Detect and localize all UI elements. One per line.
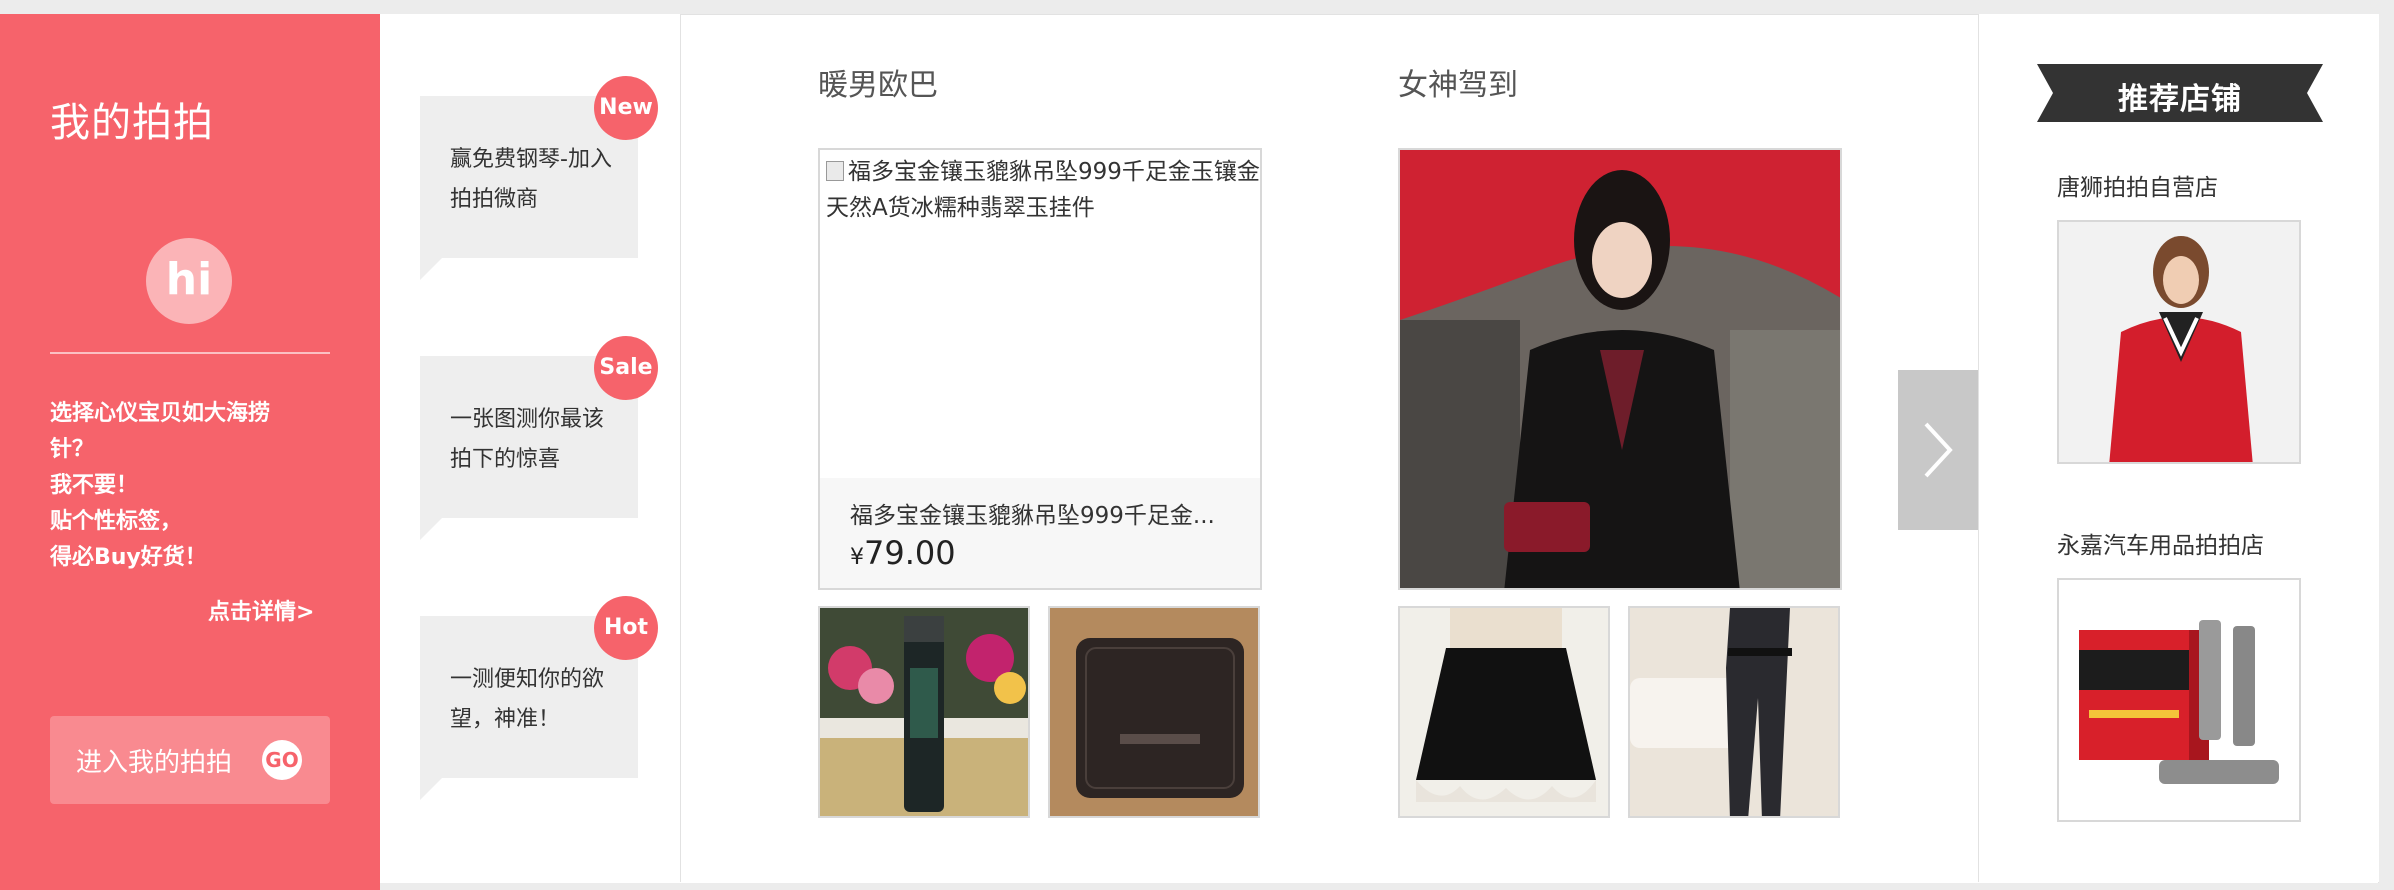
bubble-tail bbox=[420, 258, 442, 280]
image-alt-text: 福多宝金镶玉貔貅吊坠999千足金玉镶金天然A货冰糯种翡翠玉挂件 bbox=[826, 159, 1260, 221]
chevron-right-icon bbox=[1924, 422, 1953, 478]
desc-line: 贴个性标签， bbox=[50, 509, 183, 534]
featured-product-card[interactable]: 福多宝金镶玉貔貅吊坠999千足金玉镶金天然A货冰糯种翡翠玉挂件 福多宝金镶玉貔貅… bbox=[818, 148, 1262, 590]
my-paipai-title: 我的拍拍 bbox=[50, 100, 214, 146]
fuel-additive-image bbox=[2059, 580, 2299, 820]
enter-my-paipai-button[interactable]: 进入我的拍拍 GO bbox=[50, 716, 330, 804]
skinny-pants-image bbox=[1630, 608, 1838, 816]
enter-button-label: 进入我的拍拍 bbox=[76, 748, 233, 778]
woman-in-blazer-image bbox=[1400, 150, 1840, 588]
sale-badge: Sale bbox=[594, 336, 658, 400]
desc-line: 我不要！ bbox=[50, 473, 139, 498]
product-thumb-wallet[interactable] bbox=[1048, 606, 1260, 818]
shop-image-yongjia[interactable] bbox=[2057, 578, 2301, 822]
broken-image-alt: 福多宝金镶玉貔貅吊坠999千足金玉镶金天然A货冰糯种翡翠玉挂件 bbox=[826, 154, 1262, 226]
product-thumb-pants[interactable] bbox=[1628, 606, 1840, 818]
product-name[interactable]: 福多宝金镶玉貔貅吊坠999千足金... bbox=[850, 496, 1250, 530]
product-thumb-toner[interactable] bbox=[818, 606, 1030, 818]
section-title-women: 女神驾到 bbox=[1398, 68, 1518, 103]
promo-bubble-desire[interactable]: 一测便知你的欲望，神准！ Hot bbox=[420, 596, 658, 800]
product-price: ¥79.00 bbox=[850, 534, 956, 572]
currency-symbol: ¥ bbox=[850, 545, 864, 570]
hot-badge: Hot bbox=[594, 596, 658, 660]
new-badge: New bbox=[594, 76, 658, 140]
my-paipai-description: 选择心仪宝贝如大海捞 针？ 我不要！ 贴个性标签， 得必Buy好货！ bbox=[50, 396, 330, 576]
product-thumb-skirt[interactable] bbox=[1398, 606, 1610, 818]
shop-name[interactable]: 唐狮拍拍自营店 bbox=[2057, 168, 2218, 202]
divider bbox=[50, 352, 330, 354]
lace-skirt-image bbox=[1400, 608, 1608, 816]
recommended-shops-title: 推荐店铺 bbox=[2118, 82, 2242, 117]
broken-image-icon bbox=[826, 161, 844, 181]
red-jacket-image bbox=[2059, 222, 2299, 462]
toner-bottle-image bbox=[820, 608, 1028, 816]
promo-text: 一张图测你最该拍下的惊喜 bbox=[450, 407, 605, 472]
promo-column: 赢免费钢琴-加入拍拍微商 New 一张图测你最该拍下的惊喜 Sale 一测便知你… bbox=[380, 14, 681, 882]
bubble-tail bbox=[420, 518, 442, 540]
promo-text: 一测便知你的欲望，神准！ bbox=[450, 667, 605, 732]
wallet-image bbox=[1050, 608, 1258, 816]
desc-line: 得必Buy好货！ bbox=[50, 545, 207, 570]
desc-line: 针？ bbox=[50, 437, 95, 462]
details-link[interactable]: 点击详情> bbox=[208, 594, 314, 626]
go-icon: GO bbox=[262, 740, 302, 780]
hi-avatar: hi bbox=[146, 238, 232, 324]
bubble-tail bbox=[420, 778, 442, 800]
promo-bubble-quiz[interactable]: 一张图测你最该拍下的惊喜 Sale bbox=[420, 336, 658, 540]
promo-bubble-piano[interactable]: 赢免费钢琴-加入拍拍微商 New bbox=[420, 76, 658, 280]
recommended-shops-ribbon: 推荐店铺 bbox=[2037, 64, 2323, 122]
next-arrow-button[interactable] bbox=[1898, 370, 1978, 530]
section-title-men: 暖男欧巴 bbox=[818, 68, 938, 103]
shop-image-tangshi[interactable] bbox=[2057, 220, 2301, 464]
shop-name[interactable]: 永嘉汽车用品拍拍店 bbox=[2057, 526, 2264, 560]
desc-line: 选择心仪宝贝如大海捞 bbox=[50, 401, 271, 426]
recommended-shops-column: 推荐店铺 唐狮拍拍自营店 永嘉汽车用品拍拍店 bbox=[1978, 14, 2379, 882]
price-value: 79.00 bbox=[864, 534, 956, 572]
featured-women-product[interactable] bbox=[1398, 148, 1842, 590]
promo-text: 赢免费钢琴-加入拍拍微商 bbox=[450, 147, 612, 212]
my-paipai-panel: 我的拍拍 hi 选择心仪宝贝如大海捞 针？ 我不要！ 贴个性标签， 得必Buy好… bbox=[0, 14, 380, 890]
